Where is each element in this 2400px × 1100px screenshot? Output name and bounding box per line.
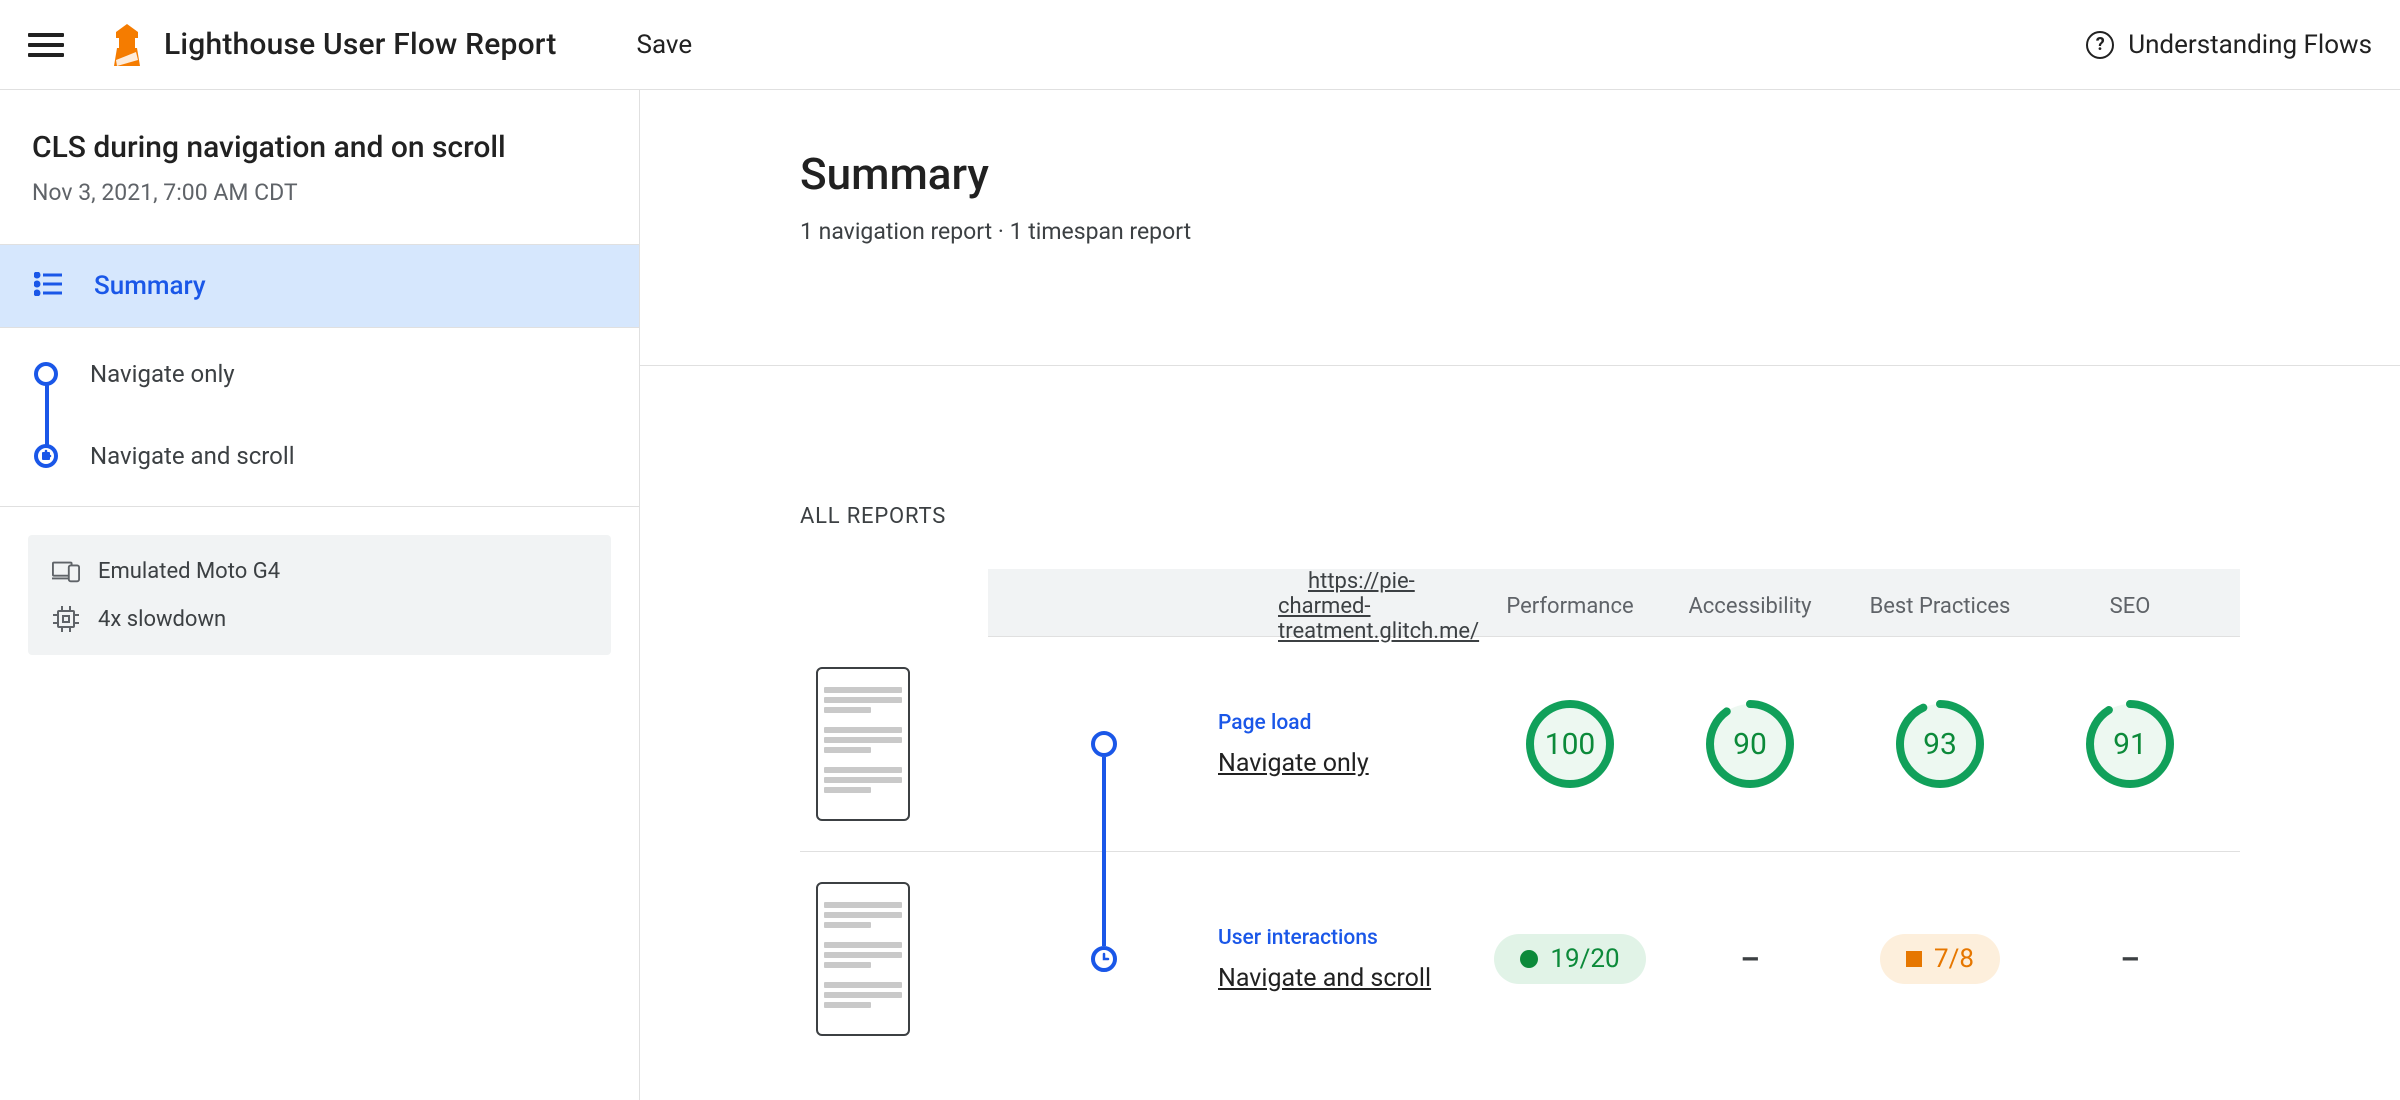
help-link-label: Understanding Flows: [2128, 30, 2372, 60]
reports-table: https://pie-charmed-treatment.glitch.me/…: [800, 569, 2240, 1066]
gauge-value: 90: [1703, 697, 1797, 791]
metric-cell: 100: [1480, 697, 1660, 791]
help-icon: ?: [2086, 31, 2114, 59]
metric-cell: –: [2040, 942, 2220, 977]
pass-dot-icon: [1520, 950, 1538, 968]
app-title: Lighthouse User Flow Report: [164, 27, 557, 62]
screenshot-thumbnail[interactable]: [816, 667, 910, 821]
score-gauge[interactable]: 91: [2083, 697, 2177, 791]
tested-url-link[interactable]: https://pie-charmed-treatment.glitch.me/: [1278, 569, 1479, 644]
step-connector: [1102, 826, 1106, 946]
step-type-label: Page load: [1218, 711, 1480, 735]
sidebar-step-navigate-and-scroll[interactable]: Navigate and scroll: [34, 442, 605, 470]
step-name-link[interactable]: Navigate only: [1218, 749, 1369, 778]
env-cpu-row: 4x slowdown: [52, 605, 587, 633]
summary-list-icon: [34, 272, 62, 300]
sidebar-header: CLS during navigation and on scroll Nov …: [0, 90, 639, 245]
not-applicable-dash: –: [1741, 942, 1760, 977]
save-button[interactable]: Save: [637, 30, 693, 60]
lighthouse-logo-icon: [112, 24, 142, 66]
page-subtitle: 1 navigation report · 1 timespan report: [800, 218, 2240, 245]
pill-value: 7/8: [1934, 944, 1974, 974]
sidebar-steps: Navigate only Navigate and scroll: [0, 328, 639, 507]
cpu-icon: [52, 605, 80, 633]
score-gauge[interactable]: 100: [1523, 697, 1617, 791]
sidebar-summary-label: Summary: [94, 271, 206, 301]
metric-cell: 19/20: [1480, 934, 1660, 984]
env-cpu-label: 4x slowdown: [98, 607, 226, 632]
screenshot-thumbnail[interactable]: [816, 882, 910, 1036]
step-name-link[interactable]: Navigate and scroll: [1218, 964, 1431, 993]
all-reports-heading: ALL REPORTS: [800, 504, 2240, 529]
metric-cell: –: [1660, 942, 1840, 977]
device-icon: [52, 557, 80, 585]
topbar: Lighthouse User Flow Report Save ? Under…: [0, 0, 2400, 90]
sidebar-step-navigate-only[interactable]: Navigate only: [34, 360, 605, 388]
metric-cell: 91: [2040, 697, 2220, 791]
sidebar-step-label: Navigate and scroll: [90, 442, 295, 470]
score-pill[interactable]: 7/8: [1880, 934, 2000, 984]
reports-table-header: https://pie-charmed-treatment.glitch.me/…: [988, 569, 2240, 637]
flow-title: CLS during navigation and on scroll: [32, 130, 607, 165]
metric-cell: 90: [1660, 697, 1840, 791]
sidebar-step-label: Navigate only: [90, 360, 235, 388]
env-device-row: Emulated Moto G4: [52, 557, 587, 585]
table-row: Page load Navigate only 100 90 93 91: [800, 637, 2240, 852]
navigation-node-icon: [34, 362, 58, 386]
page-title: Summary: [800, 148, 2240, 200]
col-accessibility: Accessibility: [1660, 594, 1840, 619]
main-content: Summary 1 navigation report · 1 timespan…: [640, 90, 2400, 1100]
gauge-value: 91: [2083, 697, 2177, 791]
env-device-label: Emulated Moto G4: [98, 559, 280, 584]
pill-value: 19/20: [1550, 944, 1619, 974]
sidebar-item-summary[interactable]: Summary: [0, 245, 639, 328]
warn-square-icon: [1906, 951, 1922, 967]
metric-cell: 93: [1840, 697, 2040, 791]
timespan-node-icon: [1091, 946, 1117, 972]
not-applicable-dash: –: [2121, 942, 2140, 977]
score-gauge[interactable]: 90: [1703, 697, 1797, 791]
menu-icon[interactable]: [28, 27, 64, 63]
environment-box: Emulated Moto G4 4x slowdown: [28, 535, 611, 655]
col-seo: SEO: [2040, 594, 2220, 619]
flow-date: Nov 3, 2021, 7:00 AM CDT: [32, 179, 607, 206]
gauge-value: 100: [1523, 697, 1617, 791]
gauge-value: 93: [1893, 697, 1987, 791]
timespan-node-icon: [34, 444, 58, 468]
understanding-flows-link[interactable]: ? Understanding Flows: [2086, 30, 2372, 60]
score-gauge[interactable]: 93: [1893, 697, 1987, 791]
navigation-node-icon: [1091, 731, 1117, 757]
sidebar: CLS during navigation and on scroll Nov …: [0, 90, 640, 1100]
col-performance: Performance: [1480, 594, 1660, 619]
metric-cell: 7/8: [1840, 934, 2040, 984]
score-pill[interactable]: 19/20: [1494, 934, 1645, 984]
table-row: User interactions Navigate and scroll 19/2…: [800, 852, 2240, 1066]
step-type-label: User interactions: [1218, 926, 1480, 950]
col-best-practices: Best Practices: [1840, 594, 2040, 619]
